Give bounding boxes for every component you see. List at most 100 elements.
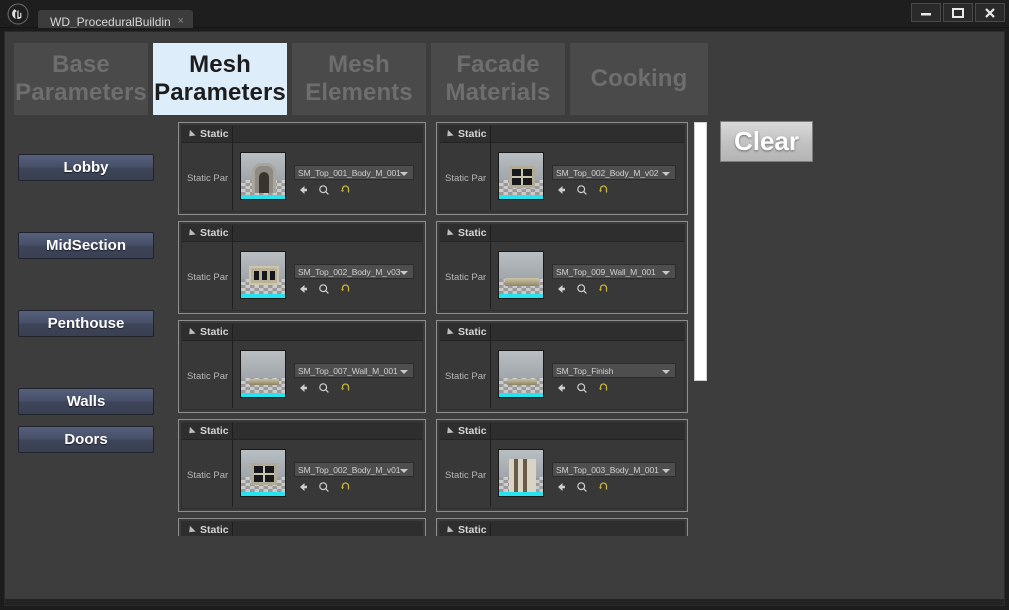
close-icon (985, 7, 995, 18)
reset-to-default-icon[interactable] (597, 283, 609, 295)
asset-thumbnail[interactable] (240, 152, 286, 200)
minimize-icon (921, 12, 931, 15)
use-selected-asset-icon[interactable] (555, 184, 567, 196)
card-header[interactable]: Static (440, 522, 684, 536)
mesh-card[interactable]: Static Static Par (178, 419, 426, 512)
tab-base-parameters[interactable]: Base Parameters (14, 43, 148, 115)
chevron-down-icon[interactable] (400, 271, 408, 275)
collapse-arrow-icon[interactable] (444, 129, 454, 139)
mesh-card[interactable]: Static (436, 518, 688, 536)
browse-to-asset-icon[interactable] (318, 481, 330, 493)
collapse-arrow-icon[interactable] (444, 228, 454, 238)
use-selected-asset-icon[interactable] (297, 382, 309, 394)
tab-mesh-elements[interactable]: Mesh Elements (292, 43, 426, 115)
card-header[interactable]: Static (182, 423, 422, 440)
reset-to-default-icon[interactable] (339, 184, 351, 196)
use-selected-asset-icon[interactable] (297, 184, 309, 196)
mesh-card[interactable]: Static (178, 518, 426, 536)
chevron-down-icon[interactable] (400, 370, 408, 374)
asset-picker-dropdown[interactable]: SM_Top_009_Wall_M_001 (552, 264, 676, 279)
reset-to-default-icon[interactable] (597, 382, 609, 394)
card-header[interactable]: Static (440, 324, 684, 341)
mesh-card[interactable]: Static Static Par (436, 320, 688, 413)
browse-to-asset-icon[interactable] (318, 382, 330, 394)
use-selected-asset-icon[interactable] (555, 382, 567, 394)
asset-picker-dropdown[interactable]: SM_Top_001_Body_M_001 (294, 165, 414, 180)
scrollbar-track[interactable] (694, 122, 707, 536)
mesh-card[interactable]: Static Static Par (436, 221, 688, 314)
asset-thumbnail[interactable] (498, 449, 544, 497)
collapse-arrow-icon[interactable] (444, 525, 454, 535)
card-header[interactable]: Static (182, 522, 422, 536)
use-selected-asset-icon[interactable] (555, 283, 567, 295)
asset-thumbnail[interactable] (498, 152, 544, 200)
card-header[interactable]: Static (182, 126, 422, 143)
reset-to-default-icon[interactable] (339, 283, 351, 295)
asset-thumbnail[interactable] (498, 350, 544, 398)
browse-to-asset-icon[interactable] (576, 481, 588, 493)
reset-to-default-icon[interactable] (339, 382, 351, 394)
tab-mesh-parameters[interactable]: Mesh Parameters (153, 43, 287, 115)
browse-to-asset-icon[interactable] (576, 184, 588, 196)
asset-picker-dropdown[interactable]: SM_Top_002_Body_M_v02 (552, 165, 676, 180)
collapse-arrow-icon[interactable] (186, 327, 196, 337)
mesh-card-list[interactable]: Static Static Par SM_Top_001_Body_M_001 … (178, 122, 694, 536)
card-header[interactable]: Static (182, 324, 422, 341)
browse-to-asset-icon[interactable] (318, 283, 330, 295)
scrollbar-thumb[interactable] (694, 122, 707, 381)
asset-thumbnail[interactable] (240, 350, 286, 398)
asset-picker-dropdown[interactable]: SM_Top_Finish (552, 363, 676, 378)
asset-thumbnail[interactable] (240, 251, 286, 299)
chevron-down-icon[interactable] (400, 172, 408, 176)
tab-cooking[interactable]: Cooking (570, 43, 708, 115)
mesh-card[interactable]: Static Static Par (436, 122, 688, 215)
collapse-arrow-icon[interactable] (186, 525, 196, 535)
browse-to-asset-icon[interactable] (576, 382, 588, 394)
browse-to-asset-icon[interactable] (318, 184, 330, 196)
card-header[interactable]: Static (440, 225, 684, 242)
mesh-card[interactable]: Static Static Par (436, 419, 688, 512)
chevron-down-icon[interactable] (662, 370, 670, 374)
asset-picker-dropdown[interactable]: SM_Top_003_Body_M_001 (552, 462, 676, 477)
sidebar-item-penthouse[interactable]: Penthouse (18, 310, 154, 337)
asset-picker-dropdown[interactable]: SM_Top_002_Body_M_v03 (294, 264, 414, 279)
minimize-button[interactable] (911, 3, 941, 22)
asset-thumbnail[interactable] (240, 449, 286, 497)
chevron-down-icon[interactable] (662, 271, 670, 275)
card-header[interactable]: Static (182, 225, 422, 242)
collapse-arrow-icon[interactable] (186, 228, 196, 238)
asset-picker-dropdown[interactable]: SM_Top_007_Wall_M_001 (294, 363, 414, 378)
clear-button[interactable]: Clear (720, 121, 813, 162)
reset-to-default-icon[interactable] (597, 481, 609, 493)
asset-picker-dropdown[interactable]: SM_Top_002_Body_M_v01 (294, 462, 414, 477)
reset-to-default-icon[interactable] (597, 184, 609, 196)
mesh-card[interactable]: Static Static Par (178, 320, 426, 413)
mesh-card[interactable]: Static Static Par (178, 122, 426, 215)
close-icon[interactable]: × (175, 15, 187, 27)
sidebar-item-label: Walls (66, 393, 106, 410)
maximize-button[interactable] (943, 3, 973, 22)
maximize-icon (952, 7, 964, 18)
sidebar-item-walls[interactable]: Walls (18, 388, 154, 415)
reset-to-default-icon[interactable] (339, 481, 351, 493)
asset-thumbnail[interactable] (498, 251, 544, 299)
collapse-arrow-icon[interactable] (444, 327, 454, 337)
use-selected-asset-icon[interactable] (297, 481, 309, 493)
use-selected-asset-icon[interactable] (297, 283, 309, 295)
sidebar-item-lobby[interactable]: Lobby (18, 154, 154, 181)
chevron-down-icon[interactable] (662, 469, 670, 473)
chevron-down-icon[interactable] (400, 469, 408, 473)
collapse-arrow-icon[interactable] (186, 129, 196, 139)
sidebar-item-midsection[interactable]: MidSection (18, 232, 154, 259)
chevron-down-icon[interactable] (662, 172, 670, 176)
close-button[interactable] (975, 3, 1005, 22)
mesh-card[interactable]: Static Static Par (178, 221, 426, 314)
collapse-arrow-icon[interactable] (444, 426, 454, 436)
card-header[interactable]: Static (440, 126, 684, 143)
tab-facade-materials[interactable]: Facade Materials (431, 43, 565, 115)
use-selected-asset-icon[interactable] (555, 481, 567, 493)
sidebar-item-doors[interactable]: Doors (18, 426, 154, 453)
collapse-arrow-icon[interactable] (186, 426, 196, 436)
card-header[interactable]: Static (440, 423, 684, 440)
browse-to-asset-icon[interactable] (576, 283, 588, 295)
